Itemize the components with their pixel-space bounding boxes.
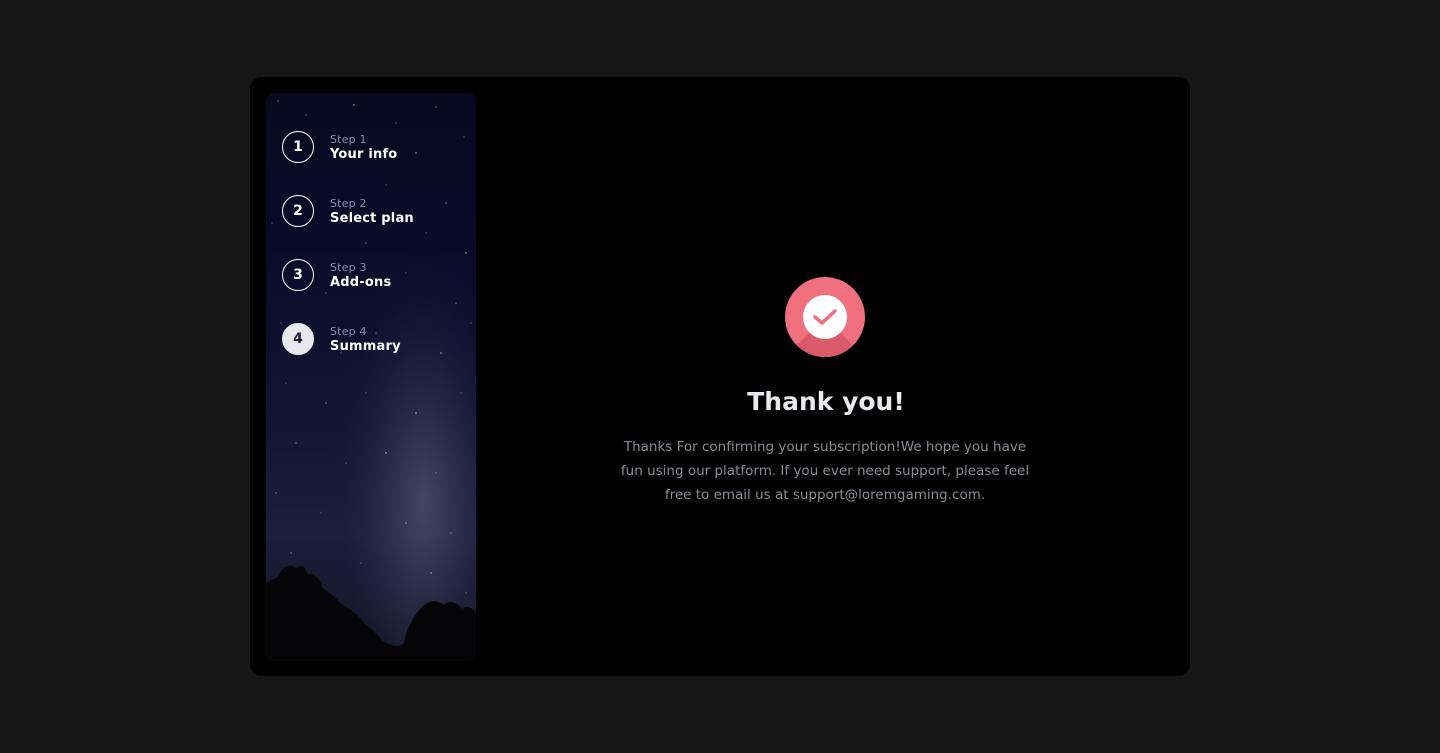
step-title: Select plan — [330, 210, 414, 226]
step-kicker: Step 2 — [330, 196, 367, 210]
step-title: Summary — [330, 338, 401, 354]
step-kicker: Step 1 — [330, 132, 367, 146]
step-number-active: 4 — [282, 323, 314, 355]
confirmation-message: Thanks For confirming your subscription!… — [620, 439, 1030, 503]
confirmation-panel: Thank you! Thanks For confirming your su… — [476, 77, 1190, 676]
step-title: Your info — [330, 146, 398, 162]
step-item-summary: 4 Step 4 Summary — [282, 322, 414, 356]
step-number: 2 — [282, 195, 314, 227]
step-item-add-ons: 3 Step 3 Add-ons — [282, 258, 414, 292]
form-card: 1 Step 1 Your info 2 Step 2 Select plan … — [250, 77, 1190, 676]
step-list: 1 Step 1 Your info 2 Step 2 Select plan … — [282, 130, 414, 386]
step-number: 1 — [282, 131, 314, 163]
step-title: Add-ons — [330, 274, 392, 290]
sidebar: 1 Step 1 Your info 2 Step 2 Select plan … — [266, 93, 476, 661]
step-item-your-info: 1 Step 1 Your info — [282, 130, 414, 164]
step-kicker: Step 4 — [330, 324, 367, 338]
step-item-select-plan: 2 Step 2 Select plan — [282, 194, 414, 228]
step-kicker: Step 3 — [330, 260, 367, 274]
step-number: 3 — [282, 259, 314, 291]
check-circle-icon — [785, 277, 865, 357]
thank-you-heading: Thank you! — [747, 387, 905, 416]
checkmark-icon — [813, 309, 837, 325]
